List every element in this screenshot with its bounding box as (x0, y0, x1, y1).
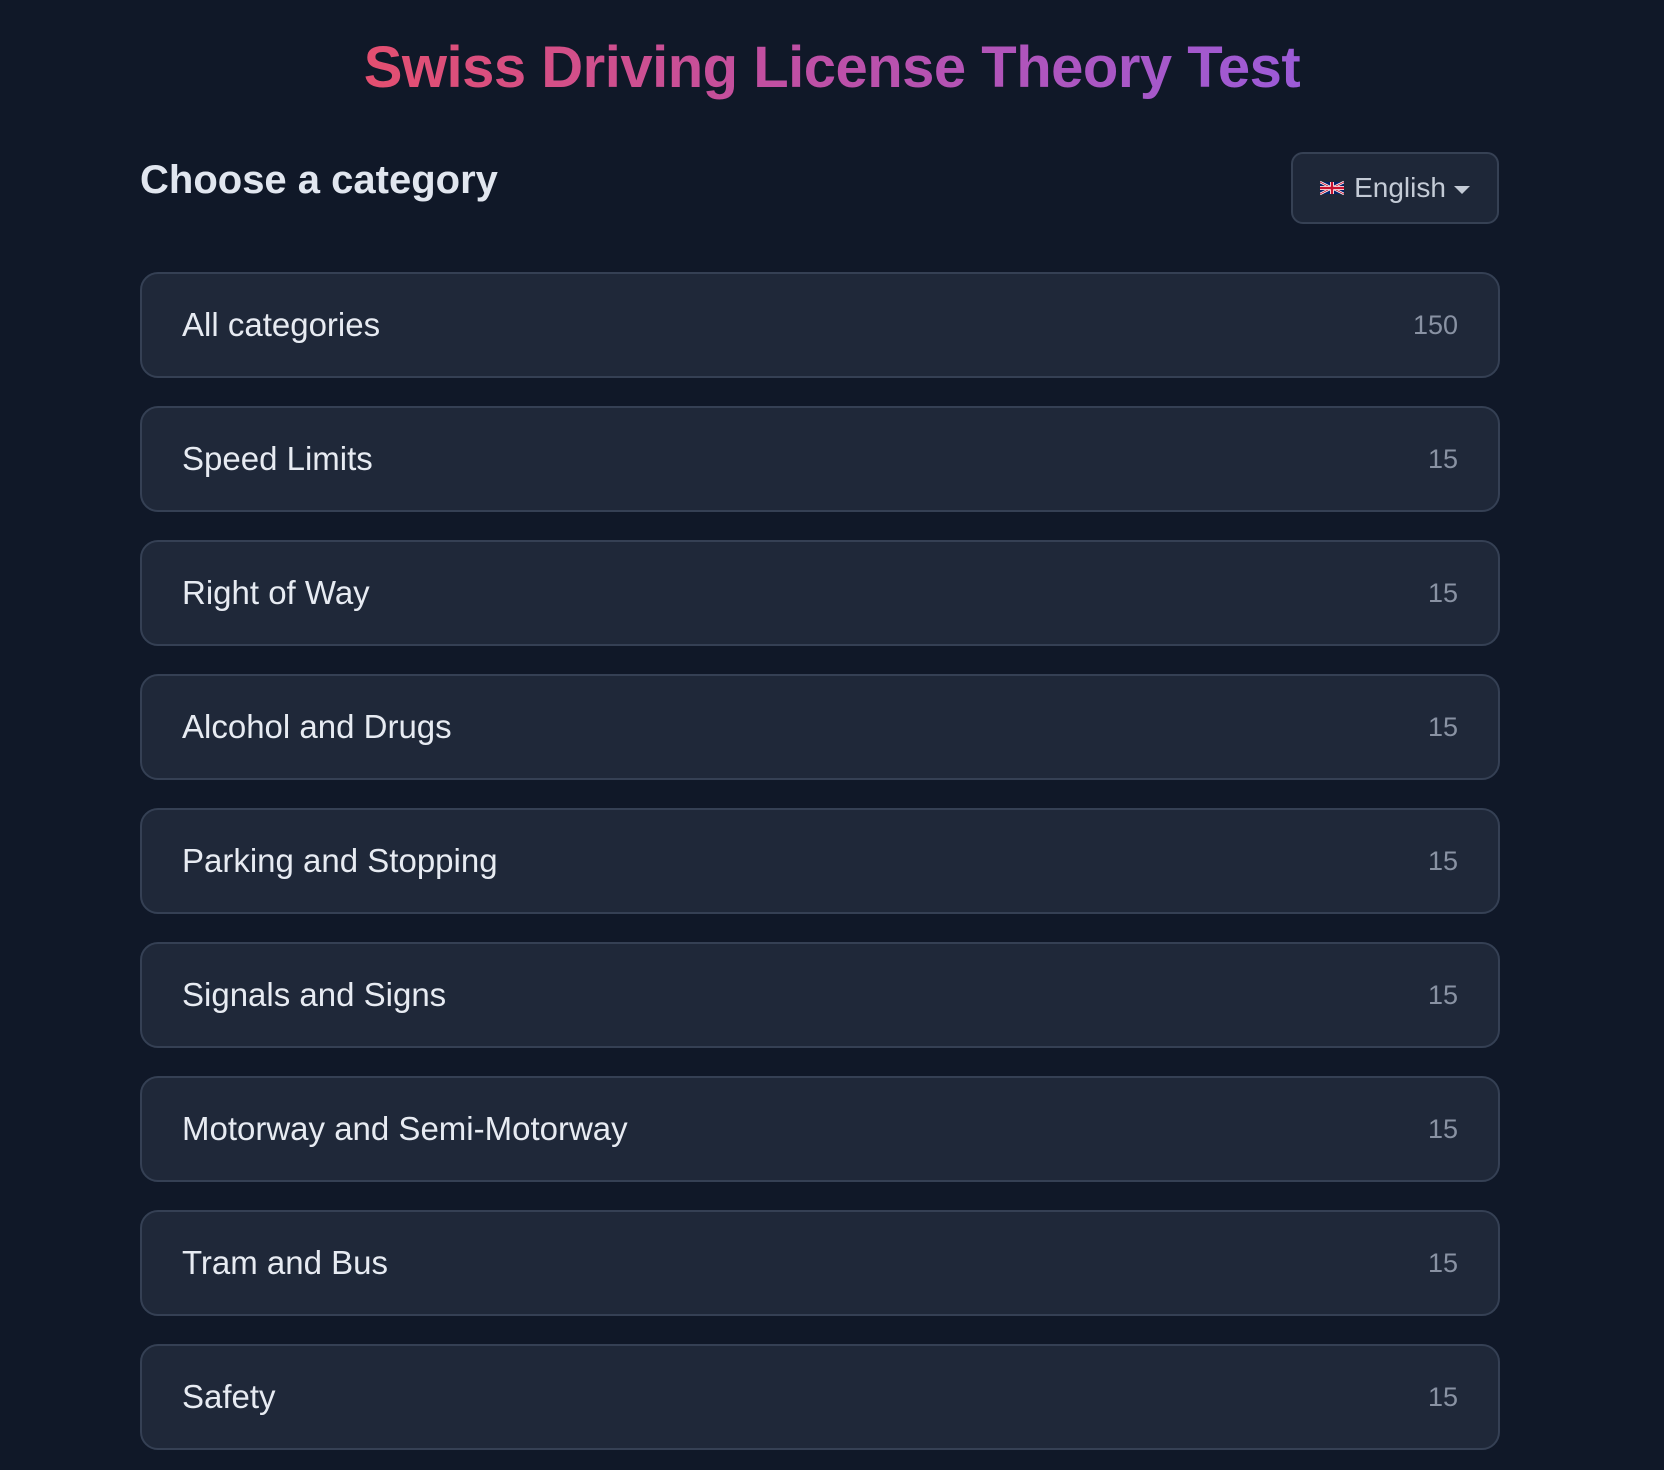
page-title: Swiss Driving License Theory Test (0, 30, 1664, 106)
category-label: Tram and Bus (182, 1244, 389, 1281)
category-item-motorway[interactable]: Motorway and Semi-Motorway 15 (140, 1076, 1500, 1182)
category-count: 15 (1427, 1381, 1458, 1412)
category-item-safety[interactable]: Safety 15 (140, 1344, 1500, 1450)
language-label: English (1354, 172, 1446, 203)
category-heading: Choose a category (140, 158, 498, 202)
category-label: All categories (182, 306, 381, 343)
page-title-text: Swiss Driving License Theory Test (363, 35, 1301, 100)
category-count: 15 (1427, 1113, 1458, 1144)
category-count: 15 (1427, 711, 1458, 742)
category-count: 15 (1427, 845, 1458, 876)
category-item-signals-and-signs[interactable]: Signals and Signs 15 (140, 942, 1500, 1048)
category-label: Motorway and Semi-Motorway (182, 1110, 628, 1147)
category-item-alcohol-and-drugs[interactable]: Alcohol and Drugs 15 (140, 674, 1500, 780)
category-item-all[interactable]: All categories 150 (140, 272, 1500, 378)
category-item-right-of-way[interactable]: Right of Way 15 (140, 540, 1500, 646)
category-count: 150 (1412, 309, 1458, 340)
category-label: Safety (182, 1378, 276, 1415)
category-label: Speed Limits (182, 440, 373, 477)
category-list: All categories 150 Speed Limits 15 Right… (140, 272, 1500, 1470)
category-count: 15 (1427, 979, 1458, 1010)
uk-flag-icon (1320, 180, 1345, 196)
category-label: Parking and Stopping (182, 842, 498, 879)
chevron-down-icon (1453, 186, 1470, 194)
category-item-speed-limits[interactable]: Speed Limits 15 (140, 406, 1500, 512)
category-label: Right of Way (182, 574, 370, 611)
language-selector[interactable]: English (1291, 152, 1499, 224)
category-count: 15 (1427, 577, 1458, 608)
category-count: 15 (1427, 443, 1458, 474)
page: Swiss Driving License Theory Test Choose… (0, 0, 1664, 1470)
category-label: Alcohol and Drugs (182, 708, 452, 745)
category-item-tram-and-bus[interactable]: Tram and Bus 15 (140, 1210, 1500, 1316)
category-label: Signals and Signs (182, 976, 447, 1013)
category-count: 15 (1427, 1247, 1458, 1278)
category-item-parking-and-stopping[interactable]: Parking and Stopping 15 (140, 808, 1500, 914)
